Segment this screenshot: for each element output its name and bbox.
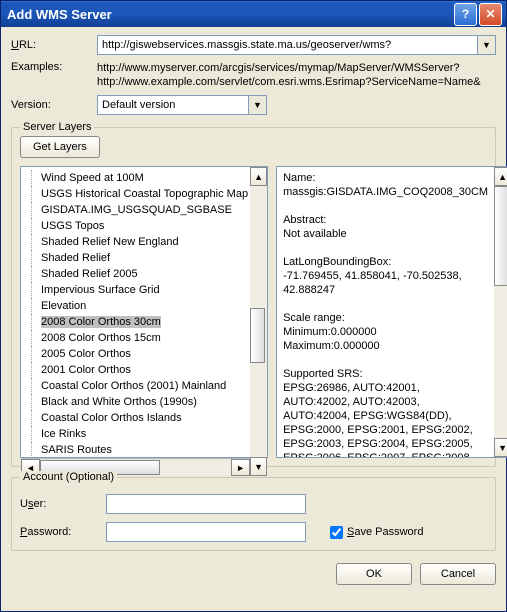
account-group: Account (Optional) User: Password: Save … bbox=[11, 477, 496, 551]
url-input[interactable] bbox=[97, 35, 477, 55]
tree-item[interactable]: Shaded Relief 2005 bbox=[25, 266, 250, 282]
url-label: URL: bbox=[11, 39, 97, 51]
layer-details: Name:massgis:GISDATA.IMG_COQ2008_30CMAbs… bbox=[276, 166, 507, 458]
details-v-scrollbar[interactable]: ▲ ▼ bbox=[494, 167, 507, 457]
layers-tree[interactable]: Wind Speed at 100MUSGS Historical Coasta… bbox=[20, 166, 268, 458]
tree-item[interactable]: GISDATA.IMG_USGSQUAD_SGBASE bbox=[25, 202, 250, 218]
user-input[interactable] bbox=[106, 494, 306, 514]
tree-item[interactable]: 2008 Color Orthos 15cm bbox=[25, 330, 250, 346]
tree-item[interactable]: 2001 Color Orthos bbox=[25, 362, 250, 378]
password-label: Password: bbox=[20, 526, 106, 538]
tree-item[interactable]: SARIS Routes bbox=[25, 442, 250, 458]
scroll-right-icon[interactable]: ► bbox=[231, 459, 250, 476]
tree-item[interactable]: Elevation bbox=[25, 298, 250, 314]
version-input[interactable] bbox=[97, 95, 248, 115]
tree-item[interactable]: 2005 Color Orthos bbox=[25, 346, 250, 362]
tree-v-scrollbar[interactable]: ▲ ▼ bbox=[250, 167, 267, 476]
save-password-checkbox[interactable]: Save Password bbox=[326, 523, 423, 542]
tree-item[interactable]: USGS Historical Coastal Topographic Map bbox=[25, 186, 250, 202]
scroll-down-icon[interactable]: ▼ bbox=[494, 438, 507, 457]
get-layers-button[interactable]: Get Layers bbox=[20, 136, 100, 158]
cancel-button[interactable]: Cancel bbox=[420, 563, 496, 585]
tree-item[interactable]: USGS Topos bbox=[25, 218, 250, 234]
tree-item[interactable]: 2008 Color Orthos 30cm bbox=[25, 314, 250, 330]
window-title: Add WMS Server bbox=[7, 7, 452, 22]
tree-item[interactable]: Ice Rinks bbox=[25, 426, 250, 442]
help-button[interactable]: ? bbox=[454, 3, 477, 26]
password-input[interactable] bbox=[106, 522, 306, 542]
user-label: User: bbox=[20, 498, 106, 510]
server-layers-legend: Server Layers bbox=[20, 121, 94, 133]
tree-item[interactable]: Impervious Surface Grid bbox=[25, 282, 250, 298]
tree-item[interactable]: Coastal Color Orthos Islands bbox=[25, 410, 250, 426]
close-button[interactable]: ✕ bbox=[479, 3, 502, 26]
examples-label: Examples: bbox=[11, 61, 97, 73]
save-password-box[interactable] bbox=[330, 526, 343, 539]
version-drop-icon[interactable]: ▼ bbox=[248, 95, 267, 115]
account-legend: Account (Optional) bbox=[20, 471, 117, 483]
title-bar: Add WMS Server ? ✕ bbox=[1, 1, 506, 27]
scroll-up-icon[interactable]: ▲ bbox=[250, 167, 267, 186]
tree-item[interactable]: Black and White Orthos (1990s) bbox=[25, 394, 250, 410]
tree-item[interactable]: Shaded Relief New England bbox=[25, 234, 250, 250]
url-combo[interactable]: ▼ bbox=[97, 35, 496, 55]
ok-button[interactable]: OK bbox=[336, 563, 412, 585]
scroll-down-icon[interactable]: ▼ bbox=[250, 457, 267, 476]
url-drop-icon[interactable]: ▼ bbox=[477, 35, 496, 55]
server-layers-group: Server Layers Get Layers Wind Speed at 1… bbox=[11, 127, 496, 467]
examples-text: http://www.myserver.com/arcgis/services/… bbox=[97, 61, 481, 89]
tree-item[interactable]: Wind Speed at 100M bbox=[25, 170, 250, 186]
scroll-up-icon[interactable]: ▲ bbox=[494, 167, 507, 186]
tree-item[interactable]: Coastal Color Orthos (2001) Mainland bbox=[25, 378, 250, 394]
version-combo[interactable]: ▼ bbox=[97, 95, 267, 115]
tree-item[interactable]: Shaded Relief bbox=[25, 250, 250, 266]
version-label: Version: bbox=[11, 99, 97, 111]
